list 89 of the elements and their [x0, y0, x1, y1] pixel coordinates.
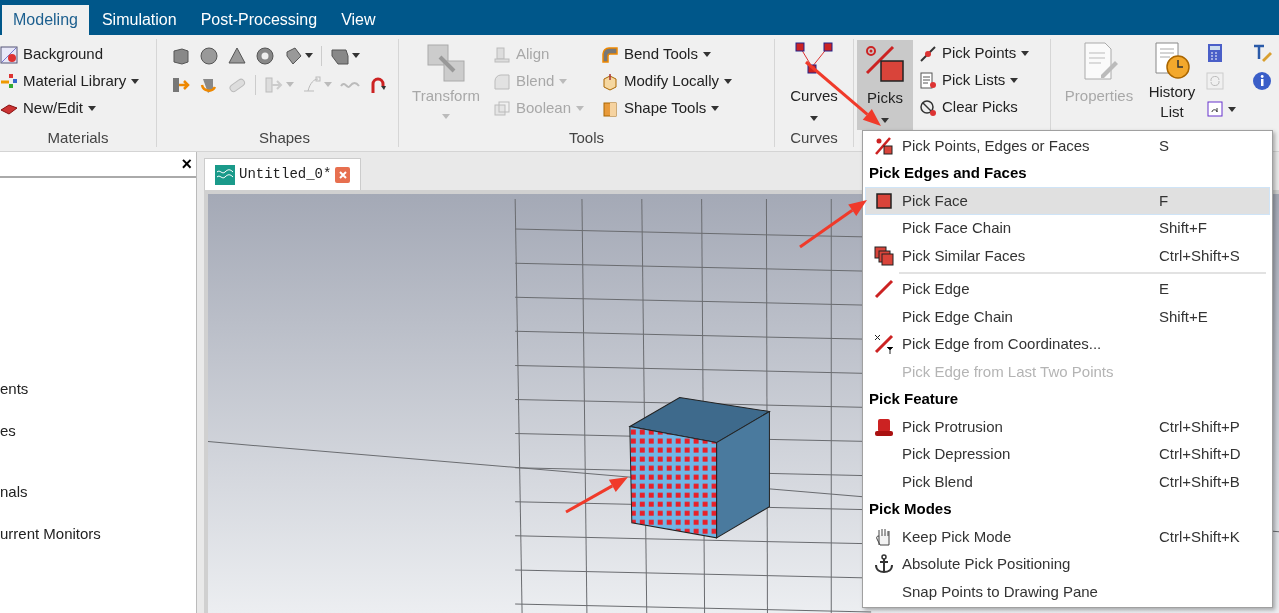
- caret-icon: [1010, 78, 1019, 83]
- caret-icon: [88, 106, 97, 111]
- caret-icon: [724, 79, 733, 84]
- ribbon-button[interactable]: Clear Picks: [919, 94, 1030, 121]
- ribbon-button[interactable]: Material Library: [0, 68, 156, 95]
- text-box-icon[interactable]: [1205, 99, 1225, 119]
- ribbon-button[interactable]: Bend Tools: [601, 41, 733, 68]
- menu-item[interactable]: Pick Edge E: [865, 275, 1270, 303]
- group-label: Tools: [569, 127, 604, 148]
- ribbon-tab[interactable]: View: [330, 5, 387, 35]
- face-icon[interactable]: [874, 190, 894, 211]
- menu-section-header: Pick Modes: [868, 499, 952, 519]
- block-icon[interactable]: [601, 99, 619, 118]
- wave-logo-icon[interactable]: [215, 164, 235, 185]
- picks-icon[interactable]: [863, 43, 907, 83]
- caret-icon: [131, 79, 140, 84]
- info-icon[interactable]: [1252, 71, 1272, 91]
- ribbon-tab[interactable]: Simulation: [90, 5, 188, 35]
- pick-point-icon[interactable]: [919, 44, 937, 63]
- menu-item[interactable]: Pick Blend Ctrl+Shift+B: [865, 468, 1270, 496]
- menu-item[interactable]: Pick Similar Faces Ctrl+Shift+S: [865, 242, 1270, 270]
- ribbon-button[interactable]: Shape Tools: [601, 95, 733, 122]
- tree-item[interactable]: urrent Monitors: [0, 522, 196, 545]
- text-pencil-icon[interactable]: [1252, 43, 1272, 63]
- ribbon-button[interactable]: Modify Locally: [601, 68, 733, 95]
- group-label: Curves: [790, 127, 838, 148]
- calculator-icon[interactable]: [1205, 43, 1225, 63]
- caret-icon: [442, 113, 450, 119]
- menu-item[interactable]: Pick Points, Edges or Faces S: [865, 132, 1270, 160]
- menu-item[interactable]: Pick Edge from Coordinates...: [865, 330, 1270, 358]
- tree-item[interactable]: es: [0, 419, 196, 442]
- tree-item[interactable]: nals: [0, 481, 196, 504]
- ribbon-tab[interactable]: Post-Processing: [189, 5, 329, 35]
- box-icon[interactable]: [171, 45, 191, 66]
- caret-icon: [702, 52, 711, 57]
- menu-section-header: Pick Edges and Faces: [868, 163, 1027, 183]
- caret-icon: [286, 82, 294, 87]
- close-tab-button[interactable]: [335, 166, 350, 183]
- tree-item[interactable]: ents: [0, 378, 196, 401]
- arrow: [565, 477, 628, 514]
- caret-icon: [711, 106, 720, 111]
- material-library-icon[interactable]: [0, 72, 18, 91]
- background-icon[interactable]: [0, 45, 18, 64]
- cylinder-icon[interactable]: [283, 45, 303, 66]
- clock-document-icon[interactable]: [1152, 41, 1192, 81]
- menu-item[interactable]: Snap Points to Drawing Pane: [865, 578, 1270, 606]
- caret-icon: [324, 82, 332, 87]
- picks-button[interactable]: Picks: [857, 40, 913, 130]
- arrow: [799, 200, 867, 249]
- caret-icon: [352, 53, 360, 58]
- pick-icon[interactable]: [874, 135, 894, 156]
- menu-item[interactable]: Absolute Pick Positioning: [865, 550, 1270, 578]
- edge-icon[interactable]: [874, 279, 894, 300]
- sphere-icon[interactable]: [199, 45, 219, 66]
- menu-item[interactable]: Pick Face Chain Shift+F: [865, 214, 1270, 242]
- group-label: Shapes: [259, 127, 310, 148]
- ribbon-button[interactable]: Pick Lists: [919, 67, 1030, 94]
- ribbon-button[interactable]: Background: [0, 41, 156, 68]
- ribbon-button[interactable]: New/Edit: [0, 95, 156, 122]
- faces-icon[interactable]: [874, 245, 894, 266]
- caret-icon: [1228, 106, 1236, 112]
- caret-icon: [881, 117, 889, 123]
- close-button[interactable]: ×: [181, 155, 192, 173]
- anchor-icon[interactable]: [874, 554, 894, 575]
- menu-item[interactable]: Keep Pick Mode Ctrl+Shift+K: [865, 523, 1270, 551]
- cube-icon[interactable]: [601, 72, 619, 91]
- curves-button[interactable]: Curves: [775, 41, 853, 121]
- menu-section-header: Pick Feature: [868, 389, 959, 409]
- caret-icon: [1021, 51, 1030, 56]
- group-label: Materials: [47, 127, 109, 148]
- menu-item[interactable]: Pick Face F: [865, 187, 1270, 215]
- caret-icon: [305, 53, 313, 58]
- ribbon-tab[interactable]: Modeling: [2, 5, 89, 35]
- ribbon-button[interactable]: Pick Points: [919, 40, 1030, 67]
- document-tab[interactable]: Untitled_0*: [204, 158, 361, 190]
- cone-icon[interactable]: [227, 45, 247, 66]
- caret-icon: [576, 106, 585, 111]
- caret-icon: [810, 115, 818, 121]
- close-icon: [337, 169, 348, 180]
- protrusion-icon[interactable]: [874, 416, 894, 437]
- list-icon[interactable]: [919, 71, 937, 90]
- torus-icon[interactable]: [255, 45, 275, 66]
- bend-icon[interactable]: [601, 45, 619, 64]
- caret-icon: [559, 79, 568, 84]
- menu-item[interactable]: Pick Edge Chain Shift+E: [865, 303, 1270, 331]
- menu-item[interactable]: Pick Protrusion Ctrl+Shift+P: [865, 413, 1270, 441]
- menu-item[interactable]: Pick Depression Ctrl+Shift+D: [865, 440, 1270, 468]
- coordinates-edge-icon[interactable]: [874, 334, 894, 355]
- clear-icon[interactable]: [919, 98, 937, 117]
